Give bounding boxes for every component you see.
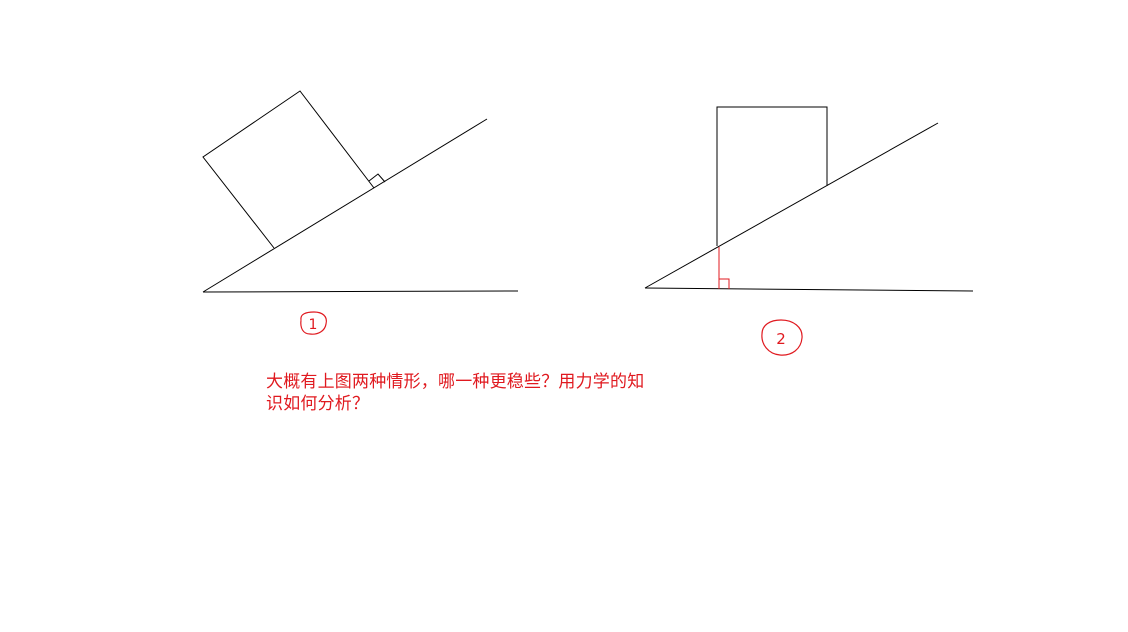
figure-1-incline-line xyxy=(202,118,488,293)
figure-1-ground-line xyxy=(202,290,519,293)
figure-1-label-text: 1 xyxy=(309,317,318,333)
figure-2-label: 2 xyxy=(761,319,803,356)
figure-1-block xyxy=(202,90,375,249)
question-line-1: 大概有上图两种情形，哪一种更稳些？用力学的知 xyxy=(266,372,645,392)
diagram-canvas: 1 2 xyxy=(0,0,1128,632)
figure-2-vertical-drop xyxy=(718,247,730,289)
figure-2-label-text: 2 xyxy=(776,330,786,348)
figure-2 xyxy=(644,106,974,292)
figure-2-ground-line xyxy=(644,287,974,292)
figure-2-right-angle-mark xyxy=(719,278,730,289)
figure-2-block xyxy=(716,106,828,246)
figure-1-label: 1 xyxy=(300,311,327,335)
figure-2-incline-line xyxy=(644,122,939,289)
figure-1-right-angle-mark xyxy=(368,173,386,183)
question-line-2: 识如何分析？ xyxy=(266,394,370,414)
question-text: 大概有上图两种情形，哪一种更稳些？用力学的知 识如何分析？ xyxy=(266,371,766,415)
figure-1 xyxy=(202,90,519,293)
